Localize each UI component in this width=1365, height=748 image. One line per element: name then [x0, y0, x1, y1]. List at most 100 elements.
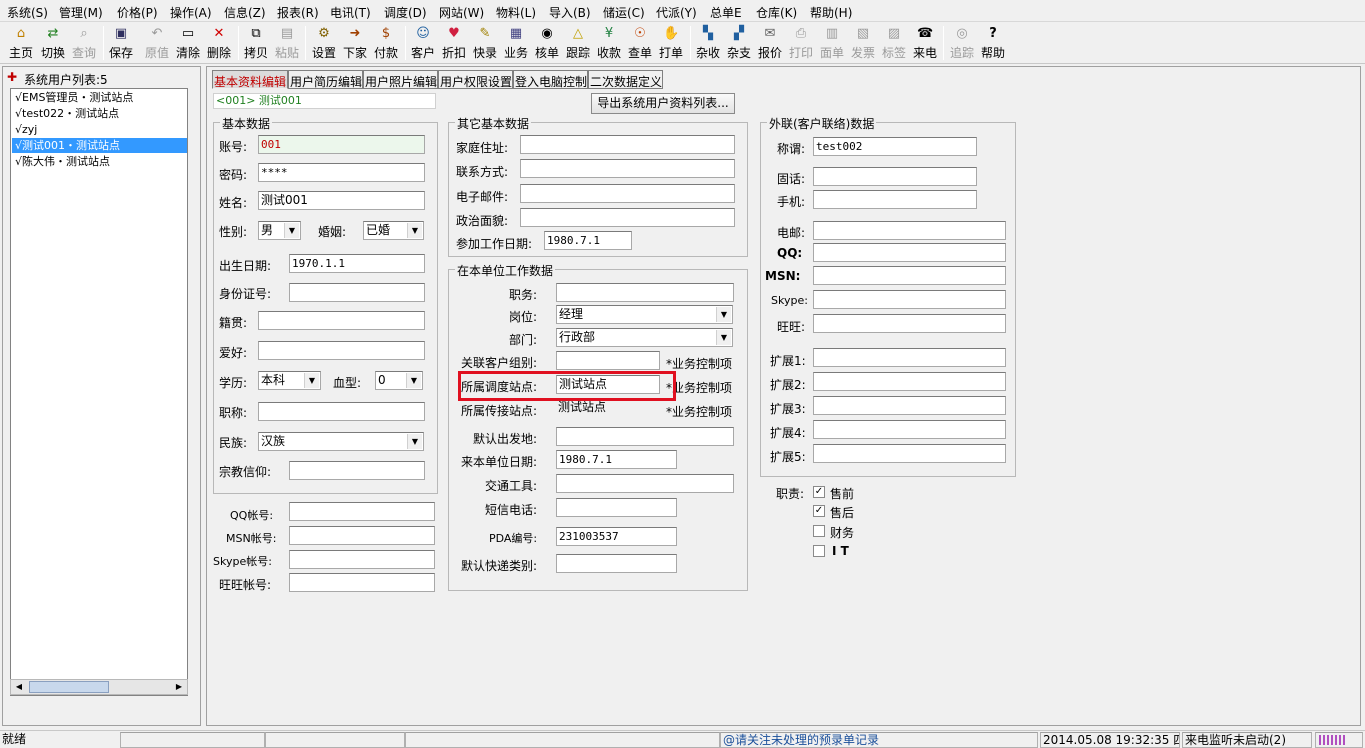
verify-button[interactable]: ◉ 核单 [533, 24, 561, 62]
menu-telecom[interactable]: 电讯(T) [330, 4, 371, 21]
wangwang-input[interactable] [289, 573, 435, 592]
menu-dispatch[interactable]: 调度(D) [384, 4, 427, 21]
ext-msn-input[interactable] [813, 266, 1006, 285]
label-button[interactable]: ▨ 标签 [880, 24, 908, 62]
birth-input[interactable]: 1970.1.1 [289, 254, 425, 273]
ext3-input[interactable] [813, 396, 1006, 415]
qq-input[interactable] [289, 502, 435, 521]
scroll-thumb[interactable] [29, 681, 109, 693]
receipt-button[interactable]: ¥ 收款 [595, 24, 623, 62]
quote-button[interactable]: ✉ 报价 [756, 24, 784, 62]
copy-button[interactable]: ⧉ 拷贝 [242, 24, 270, 62]
blood-select[interactable]: 0 ▼ [375, 371, 423, 390]
tab-login-control[interactable]: 登入电脑控制 [513, 70, 588, 89]
ext1-input[interactable] [813, 348, 1006, 367]
transport-input[interactable] [556, 474, 734, 493]
politics-input[interactable] [520, 208, 735, 227]
password-input[interactable]: **** [258, 163, 425, 182]
customer-button[interactable]: ☺ 客户 [409, 24, 437, 62]
it-checkbox[interactable] [813, 545, 825, 557]
menu-total[interactable]: 总单E [710, 4, 742, 21]
export-users-button[interactable]: 导出系统用户资料列表... [591, 93, 735, 114]
scroll-right-icon[interactable]: ▶ [172, 681, 186, 693]
menu-material[interactable]: 物料(L) [496, 4, 536, 21]
next-party-button[interactable]: ➜ 下家 [341, 24, 369, 62]
menu-price[interactable]: 价格(P) [117, 4, 158, 21]
tab-basic-info[interactable]: 基本资料编辑 [212, 70, 288, 89]
misc-expense-button[interactable]: ▞ 杂支 [725, 24, 753, 62]
clear-button[interactable]: ▭ 清除 [174, 24, 202, 62]
native-input[interactable] [258, 311, 425, 330]
paste-button[interactable]: ▤ 粘贴 [273, 24, 301, 62]
revert-button[interactable]: ↶ 原值 [143, 24, 171, 62]
settings-button[interactable]: ⚙ 设置 [310, 24, 338, 62]
title-input[interactable] [258, 402, 425, 421]
menu-warehouse[interactable]: 仓库(K) [756, 4, 797, 21]
account-input[interactable]: 001 [258, 135, 425, 154]
education-select[interactable]: 本科 ▼ [258, 371, 321, 390]
ext2-input[interactable] [813, 372, 1006, 391]
menu-import[interactable]: 导入(B) [549, 4, 591, 21]
join-date-input[interactable]: 1980.7.1 [556, 450, 677, 469]
nation-select[interactable]: 汉族 ▼ [258, 432, 424, 451]
express-input[interactable] [556, 554, 677, 573]
marriage-select[interactable]: 已婚 ▼ [363, 221, 424, 240]
invoice-button[interactable]: ▧ 发票 [849, 24, 877, 62]
ext4-input[interactable] [813, 420, 1006, 439]
aftersale-checkbox[interactable]: ✓ [813, 505, 825, 517]
scroll-left-icon[interactable]: ◀ [12, 681, 26, 693]
contact-input[interactable] [520, 159, 735, 178]
horizontal-scrollbar[interactable]: ◀ ▶ [10, 679, 188, 695]
tab-resume[interactable]: 用户简历编辑 [288, 70, 363, 89]
mobile-input[interactable] [813, 190, 977, 209]
help-button[interactable]: ? 帮助 [979, 24, 1007, 62]
menu-info[interactable]: 信息(Z) [224, 4, 266, 21]
phone-input[interactable] [813, 167, 977, 186]
print-order-button[interactable]: ✋ 打单 [657, 24, 685, 62]
delete-button[interactable]: ✕ 删除 [205, 24, 233, 62]
religion-input[interactable] [289, 461, 425, 480]
name-input[interactable]: 测试001 [258, 191, 425, 210]
query-button[interactable]: ⌕ 查询 [70, 24, 98, 62]
menu-help[interactable]: 帮助(H) [810, 4, 852, 21]
mail-input[interactable] [813, 221, 1006, 240]
pda-input[interactable]: 231003537 [556, 527, 677, 546]
ext-skype-input[interactable] [813, 290, 1006, 309]
nick-input[interactable]: test002 [813, 137, 977, 156]
customer-group-input[interactable] [556, 351, 660, 370]
menu-report[interactable]: 报表(R) [277, 4, 319, 21]
payment-button[interactable]: $ 付款 [372, 24, 400, 62]
msn-input[interactable] [289, 526, 435, 545]
menu-website[interactable]: 网站(W) [439, 4, 484, 21]
user-list[interactable]: √EMS管理员・测试站点 √test022・测试站点 √zyj √测试001・测… [10, 88, 188, 696]
list-item-selected[interactable]: √测试001・测试站点 [12, 138, 187, 153]
lookup-button[interactable]: ☉ 查单 [626, 24, 654, 62]
workdate-input[interactable]: 1980.7.1 [544, 231, 632, 250]
tab-permissions[interactable]: 用户权限设置 [438, 70, 513, 89]
id-input[interactable] [289, 283, 425, 302]
home-input[interactable] [520, 135, 735, 154]
menu-system[interactable]: 系统(S) [7, 4, 48, 21]
tab-photo[interactable]: 用户照片编辑 [363, 70, 438, 89]
track-button[interactable]: △ 跟踪 [564, 24, 592, 62]
list-item[interactable]: √陈大伟・测试站点 [12, 154, 187, 169]
hobby-input[interactable] [258, 341, 425, 360]
menu-agent[interactable]: 代派(Y) [656, 4, 697, 21]
ext-qq-input[interactable] [813, 243, 1006, 262]
trace-button[interactable]: ◎ 追踪 [948, 24, 976, 62]
list-item[interactable]: √zyj [12, 122, 187, 137]
home-button[interactable]: ⌂ 主页 [7, 24, 35, 62]
post-select[interactable]: 经理 ▼ [556, 305, 733, 324]
origin-input[interactable] [556, 427, 734, 446]
quick-entry-button[interactable]: ✎ 快录 [471, 24, 499, 62]
save-button[interactable]: ▣ 保存 [107, 24, 135, 62]
email-input[interactable] [520, 184, 735, 203]
incoming-call-button[interactable]: ☎ 来电 [911, 24, 939, 62]
switch-button[interactable]: ⇄ 切换 [39, 24, 67, 62]
ext-wangwang-input[interactable] [813, 314, 1006, 333]
tab-secondary-data[interactable]: 二次数据定义 [588, 70, 663, 89]
menu-storage[interactable]: 储运(C) [603, 4, 645, 21]
presale-checkbox[interactable]: ✓ [813, 486, 825, 498]
ext5-input[interactable] [813, 444, 1006, 463]
skype-input[interactable] [289, 550, 435, 569]
